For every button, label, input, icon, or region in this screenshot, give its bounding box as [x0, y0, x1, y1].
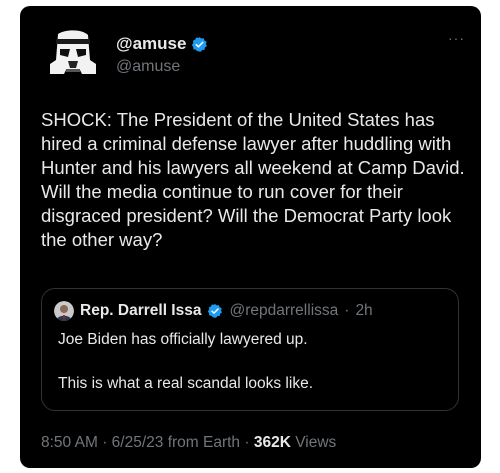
stormtrooper-avatar[interactable]: [42, 30, 102, 80]
quoted-line-1: Joe Biden has officially lawyered up.: [58, 331, 308, 348]
views-count[interactable]: 362K: [254, 434, 291, 451]
separator-dot: ·: [344, 302, 350, 319]
quoted-tweet-body: Joe Biden has officially lawyered up. Th…: [58, 329, 313, 395]
quoted-author-avatar[interactable]: [54, 301, 74, 321]
quoted-tweet-header: Rep. Darrell Issa @repdarrellissa · 2h: [54, 301, 373, 321]
author-handle[interactable]: @amuse: [116, 58, 180, 76]
quoted-line-2: This is what a real scandal looks like.: [58, 375, 314, 392]
quoted-tweet[interactable]: Rep. Darrell Issa @repdarrellissa · 2h J…: [41, 288, 459, 411]
verified-badge-icon: [208, 304, 223, 318]
tweet-date[interactable]: 6/25/23: [112, 434, 164, 451]
tweet-card: @amuse @amuse ··· SHOCK: The President o…: [20, 6, 481, 468]
author-display-name[interactable]: @amuse: [116, 34, 208, 54]
author-name-text[interactable]: @amuse: [116, 34, 186, 54]
separator-dot: ·: [102, 434, 108, 451]
tweet-source: from Earth: [167, 434, 241, 451]
views-label: Views: [295, 434, 337, 451]
tweet-text: SHOCK: The President of the United State…: [41, 109, 465, 250]
quoted-author-handle[interactable]: @repdarrellissa: [229, 302, 338, 320]
separator-dot: ·: [244, 434, 250, 451]
more-options-icon[interactable]: ···: [448, 30, 465, 46]
verified-badge-icon: [192, 36, 208, 52]
quoted-time[interactable]: 2h: [355, 302, 372, 320]
tweet-metadata: 8:50 AM · 6/25/23 from Earth · 362K View…: [41, 434, 336, 452]
quoted-author-name[interactable]: Rep. Darrell Issa: [80, 302, 201, 320]
tweet-time[interactable]: 8:50 AM: [41, 434, 98, 451]
